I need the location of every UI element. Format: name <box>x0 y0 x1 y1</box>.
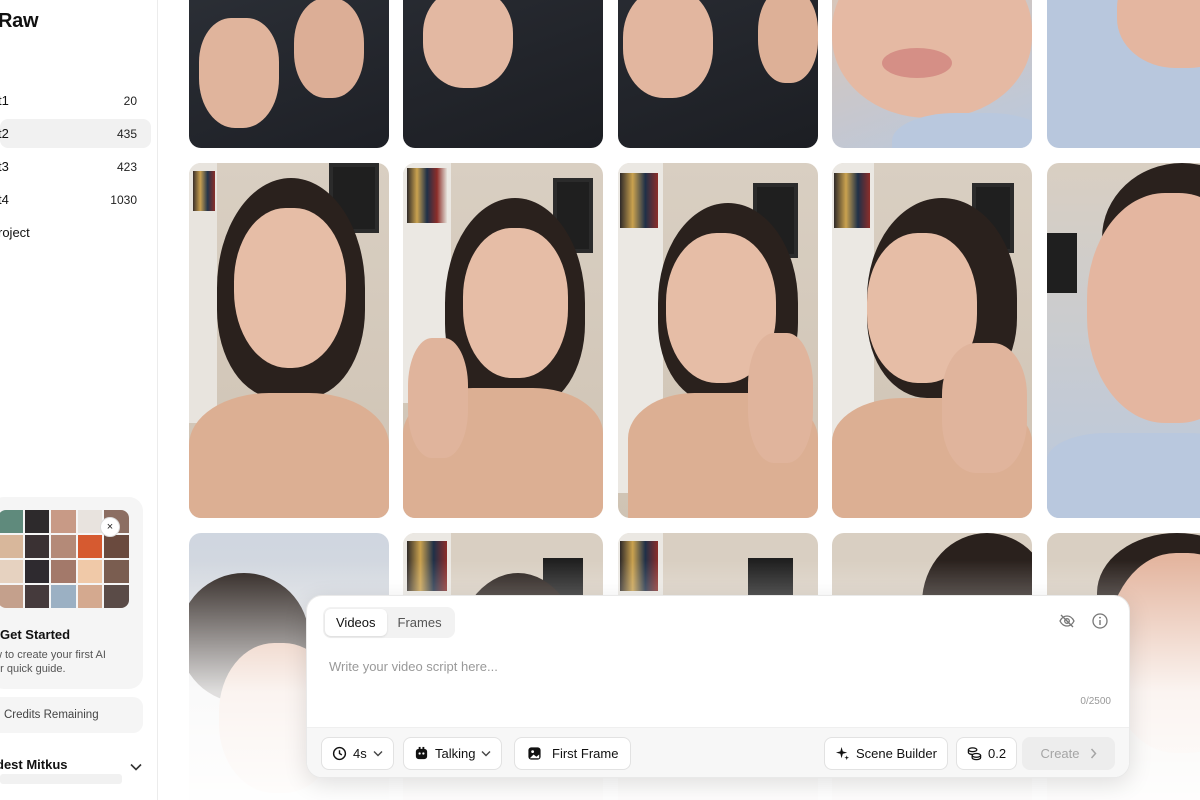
video-thumbnail[interactable] <box>189 0 389 148</box>
coins-icon <box>967 747 982 761</box>
info-icon[interactable] <box>1091 612 1109 630</box>
sidebar-item-count: 1030 <box>110 192 137 207</box>
get-started-title: Get Started <box>0 627 71 642</box>
sidebar-item-t1[interactable]: t1 20 <box>0 86 151 115</box>
first-frame-button[interactable]: First Frame <box>514 737 632 770</box>
sidebar-item-t3[interactable]: t3 423 <box>0 152 151 181</box>
video-thumbnail[interactable] <box>832 163 1032 518</box>
duration-value: 4s <box>353 746 367 761</box>
sidebar-item-label: t2 <box>0 126 9 141</box>
scene-builder-label: Scene Builder <box>856 746 937 761</box>
eye-off-icon[interactable] <box>1058 612 1076 630</box>
video-thumbnail[interactable] <box>403 0 603 148</box>
mode-value: Talking <box>435 746 476 761</box>
chevron-down-icon <box>481 751 491 757</box>
talking-icon <box>415 746 428 760</box>
video-thumbnail[interactable] <box>189 163 389 518</box>
sidebar-nav: t1 20 t2 435 t3 423 t4 1030 roject <box>0 86 157 251</box>
video-thumbnail[interactable] <box>618 0 818 148</box>
char-counter: 0/2500 <box>1080 696 1111 707</box>
create-label: Create <box>1040 746 1080 761</box>
create-button[interactable]: Create <box>1022 737 1115 770</box>
cost-value: 0.2 <box>988 746 1007 761</box>
video-thumbnail[interactable] <box>832 0 1032 148</box>
scene-builder-button[interactable]: Scene Builder <box>824 737 948 770</box>
clock-icon <box>332 746 347 761</box>
composer-top-icons <box>1058 612 1109 630</box>
sidebar-item-t2[interactable]: t2 435 <box>0 119 151 148</box>
user-name[interactable]: dest Mitkus <box>0 757 68 772</box>
tab-videos[interactable]: Videos <box>325 609 387 636</box>
duration-select[interactable]: 4s <box>321 737 394 770</box>
video-thumbnail[interactable] <box>1047 163 1200 518</box>
cost-indicator[interactable]: 0.2 <box>956 737 1018 770</box>
sidebar-item-project[interactable]: roject <box>0 218 151 247</box>
chevron-right-icon <box>1090 748 1097 759</box>
sidebar-item-label: roject <box>0 225 30 240</box>
chevron-down-icon[interactable] <box>130 760 142 774</box>
sidebar: Raw t1 20 t2 435 t3 423 t4 1030 roject <box>0 0 158 800</box>
sparkle-icon <box>835 746 850 761</box>
sidebar-item-count: 20 <box>123 93 137 108</box>
sidebar-item-count: 435 <box>116 126 137 141</box>
sidebar-item-label: t4 <box>0 192 9 207</box>
video-thumbnail[interactable] <box>1047 0 1200 148</box>
video-thumbnail[interactable] <box>618 163 818 518</box>
sidebar-item-label: t3 <box>0 159 9 174</box>
script-composer: Videos Frames 0/2500 4s Talking First Fr… <box>306 595 1130 778</box>
app-title: Raw <box>0 10 39 32</box>
credits-remaining[interactable]: Credits Remaining <box>0 697 143 733</box>
mode-select[interactable]: Talking <box>403 737 503 770</box>
mode-tabs: Videos Frames <box>323 607 455 638</box>
tab-frames[interactable]: Frames <box>387 609 453 636</box>
composer-toolbar: 4s Talking First Frame Scene Builder 0.2… <box>307 727 1129 777</box>
first-frame-label: First Frame <box>552 746 619 761</box>
get-started-text: w to create your first AI ur quick guide… <box>0 648 144 676</box>
get-started-text-line: w to create your first AI ur quick guide… <box>0 649 106 675</box>
image-icon <box>528 747 541 760</box>
sidebar-item-count: 423 <box>116 159 137 174</box>
video-thumbnail[interactable] <box>403 163 603 518</box>
user-progress-bar <box>0 774 122 784</box>
chevron-down-icon <box>373 751 383 757</box>
sidebar-item-t4[interactable]: t4 1030 <box>0 185 151 214</box>
script-input[interactable] <box>329 659 1089 674</box>
close-icon[interactable]: × <box>100 517 120 537</box>
sidebar-item-label: t1 <box>0 93 9 108</box>
get-started-card[interactable]: × Get Started w to create your first AI … <box>0 497 143 689</box>
